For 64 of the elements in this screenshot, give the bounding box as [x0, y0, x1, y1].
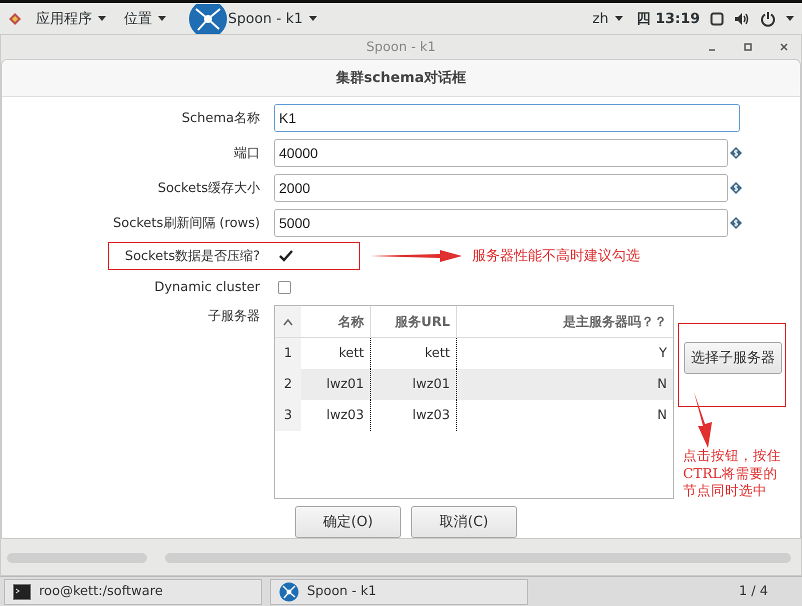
input-field[interactable]: 5000: [274, 209, 728, 238]
caret-icon[interactable]: [786, 16, 794, 22]
checkbox[interactable]: [278, 250, 294, 263]
column-header[interactable]: 是主服务器吗？？: [457, 306, 673, 338]
table-cell-text: Y: [658, 345, 668, 364]
caret-icon: [308, 16, 317, 22]
close-icon[interactable]: [779, 42, 789, 52]
dialog-button[interactable]: 确定(O): [295, 506, 401, 538]
variable-icon[interactable]: [730, 182, 742, 194]
caret-icon: [158, 16, 166, 22]
network-logo-icon: [279, 582, 299, 602]
terminal-icon: [13, 584, 31, 600]
input-field[interactable]: 40000: [274, 139, 728, 168]
table-cell: lwz03: [371, 400, 457, 432]
volume-icon[interactable]: [734, 12, 750, 26]
arrow: [692, 392, 714, 448]
field-label: Schema名称: [180, 110, 261, 128]
table-cell: lwz01: [371, 369, 457, 400]
column-header[interactable]: 服务URL: [371, 306, 457, 338]
taskbar-item[interactable]: roo@kett:/software: [4, 578, 262, 605]
power-icon[interactable]: [760, 10, 776, 27]
checkbox-label: Sockets数据是否压缩?: [124, 248, 261, 266]
input-field[interactable]: K1: [274, 104, 740, 132]
row-number: 2: [275, 369, 301, 400]
field-label: 端口: [233, 145, 261, 162]
row-number: 1: [275, 338, 301, 370]
dialog-button[interactable]: 取消(C): [411, 506, 517, 538]
scrollbar[interactable]: [165, 553, 791, 564]
table-cell: lwz01: [301, 369, 371, 400]
caret-icon: [614, 16, 623, 22]
table-cell: lwz03: [301, 400, 371, 432]
taskbar-item[interactable]: Spoon - k1: [270, 578, 528, 605]
caret-icon: [98, 16, 106, 22]
network-logo-icon: [186, 4, 230, 34]
clock[interactable]: 四 13:19: [636, 10, 700, 28]
maximize-icon[interactable]: [743, 42, 753, 52]
annotation-text: 点击按钮，按住CTRL将需要的节点同时选中: [683, 448, 782, 502]
places-menu[interactable]: 位置: [120, 10, 170, 28]
field-label: 子服务器: [207, 308, 261, 326]
workspace-pager[interactable]: 1 / 4: [738, 584, 768, 600]
applications-menu[interactable]: 应用程序: [32, 10, 110, 28]
variable-icon[interactable]: [730, 217, 742, 230]
field-label: Sockets缓存大小: [156, 180, 261, 198]
table-cell-text: N: [656, 407, 668, 426]
variable-icon[interactable]: [730, 147, 742, 160]
window-title: Spoon - k1: [366, 40, 436, 55]
scrollbar[interactable]: [7, 553, 147, 564]
dialog-title: 集群schema对话框: [336, 69, 466, 88]
table-row[interactable]: 3 lwz03 lwz03 N: [275, 400, 673, 432]
checkbox[interactable]: [278, 280, 291, 294]
row-number: 3: [275, 400, 301, 432]
annotation-text: 服务器性能不高时建议勾选: [472, 247, 640, 266]
apps-icon: [8, 12, 22, 26]
input-field[interactable]: 2000: [274, 174, 728, 202]
column-header[interactable]: 名称: [301, 306, 371, 338]
sort-icon[interactable]: [275, 306, 301, 338]
field-label: Sockets刷新间隔 (rows): [112, 215, 261, 232]
input-method-menu[interactable]: zh: [588, 10, 627, 27]
window-icon[interactable]: [710, 12, 724, 26]
table-cell-text: N: [656, 376, 668, 394]
checkbox-label: Dynamic cluster: [153, 280, 261, 295]
active-app-menu[interactable]: Spoon - k1: [224, 10, 321, 27]
table-row[interactable]: 2 lwz01 lwz01 N: [275, 369, 673, 400]
select-servers-button[interactable]: 选择子服务器: [684, 342, 782, 374]
